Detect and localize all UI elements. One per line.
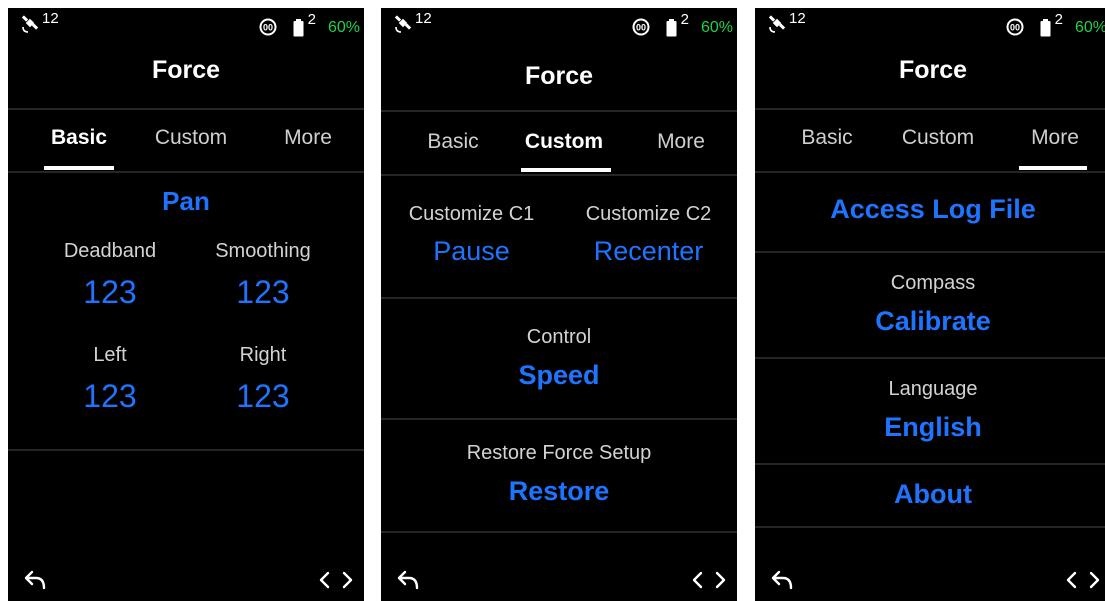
- deadband-value[interactable]: 123: [50, 274, 170, 311]
- control-value[interactable]: Speed: [381, 360, 737, 391]
- tab-more[interactable]: More: [253, 126, 363, 150]
- nav-arrows-icon[interactable]: [691, 571, 727, 589]
- restore-button[interactable]: Restore: [381, 476, 737, 507]
- screen-more: 12 00 2 60% Force Basic Custom More Acce…: [755, 8, 1105, 601]
- about-button[interactable]: About: [755, 479, 1105, 510]
- left-label: Left: [93, 344, 127, 366]
- divider: [381, 110, 737, 112]
- satellite-count: 12: [42, 10, 59, 27]
- divider: [381, 174, 737, 176]
- smoothing-label: Smoothing: [215, 240, 311, 262]
- page-title: Force: [898, 56, 968, 84]
- axis-selector[interactable]: Pan: [8, 186, 364, 217]
- customize-c1-label: Customize C1: [408, 203, 535, 225]
- screen-basic: 12 00 2 60% Force Basic Custom More Pan …: [8, 8, 364, 601]
- tab-more[interactable]: More: [1000, 126, 1105, 150]
- svg-text:00: 00: [636, 23, 646, 33]
- tab-custom[interactable]: Custom: [883, 126, 993, 150]
- battery-percent: 60%: [1074, 19, 1105, 36]
- back-icon[interactable]: [395, 569, 423, 591]
- compass-label: Compass: [890, 272, 976, 294]
- divider: [755, 357, 1105, 359]
- right-label: Right: [239, 344, 287, 366]
- screen-custom: 12 00 2 60% Force Basic Custom More Cust…: [381, 8, 737, 601]
- divider: [755, 171, 1105, 173]
- back-icon[interactable]: [769, 569, 797, 591]
- satellite-icon: [394, 15, 412, 33]
- divider: [755, 108, 1105, 110]
- tab-basic[interactable]: Basic: [772, 126, 882, 150]
- tab-active-indicator: [1019, 166, 1087, 170]
- compass-calibrate-button[interactable]: Calibrate: [755, 306, 1105, 337]
- language-label: Language: [888, 378, 978, 400]
- svg-text:00: 00: [1010, 23, 1020, 33]
- right-value[interactable]: 123: [198, 378, 328, 415]
- satellite-icon: [21, 15, 39, 33]
- customize-c2-label: Customize C2: [585, 203, 712, 225]
- battery-icon: [1040, 19, 1051, 37]
- restore-label: Restore Force Setup: [466, 442, 652, 464]
- battery-icon: [666, 19, 677, 37]
- access-log-file-button[interactable]: Access Log File: [755, 194, 1105, 225]
- battery-count: 2: [307, 11, 316, 28]
- divider: [755, 463, 1105, 465]
- divider: [381, 297, 737, 299]
- gyro-icon: 00: [1006, 18, 1024, 36]
- battery-percent: 60%: [700, 19, 733, 36]
- satellite-icon: [768, 15, 786, 33]
- tab-active-indicator: [44, 166, 114, 170]
- satellite-count: 12: [789, 10, 806, 27]
- divider: [381, 531, 737, 533]
- tab-basic[interactable]: Basic: [24, 126, 134, 150]
- battery-count: 2: [680, 11, 689, 28]
- page-title: Force: [524, 62, 594, 90]
- battery-icon: [293, 19, 304, 37]
- left-value[interactable]: 123: [50, 378, 170, 415]
- gyro-icon: 00: [632, 18, 650, 36]
- satellite-count: 12: [415, 10, 432, 27]
- customize-c2-value[interactable]: Recenter: [566, 236, 731, 267]
- battery-percent: 60%: [327, 19, 360, 36]
- nav-arrows-icon[interactable]: [1065, 571, 1101, 589]
- page-title: Force: [151, 56, 221, 84]
- gyro-icon: 00: [259, 18, 277, 36]
- divider: [755, 526, 1105, 528]
- tab-custom[interactable]: Custom: [136, 126, 246, 150]
- nav-arrows-icon[interactable]: [318, 571, 354, 589]
- status-bar: 12 00 2 60%: [755, 8, 1105, 42]
- divider: [8, 171, 364, 173]
- divider: [755, 251, 1105, 253]
- customize-c1-value[interactable]: Pause: [389, 236, 554, 267]
- status-bar: 12 00 2 60%: [8, 8, 364, 42]
- svg-text:00: 00: [263, 23, 273, 33]
- control-label: Control: [526, 326, 592, 348]
- language-value[interactable]: English: [755, 412, 1105, 443]
- tab-more[interactable]: More: [626, 130, 736, 154]
- divider: [381, 418, 737, 420]
- divider: [8, 108, 364, 110]
- deadband-label: Deadband: [63, 240, 157, 262]
- battery-count: 2: [1054, 11, 1063, 28]
- tab-active-indicator: [521, 168, 611, 172]
- back-icon[interactable]: [22, 569, 50, 591]
- divider: [8, 449, 364, 451]
- status-bar: 12 00 2 60%: [381, 8, 737, 42]
- tab-basic[interactable]: Basic: [398, 130, 508, 154]
- smoothing-value[interactable]: 123: [198, 274, 328, 311]
- tab-custom[interactable]: Custom: [509, 130, 619, 154]
